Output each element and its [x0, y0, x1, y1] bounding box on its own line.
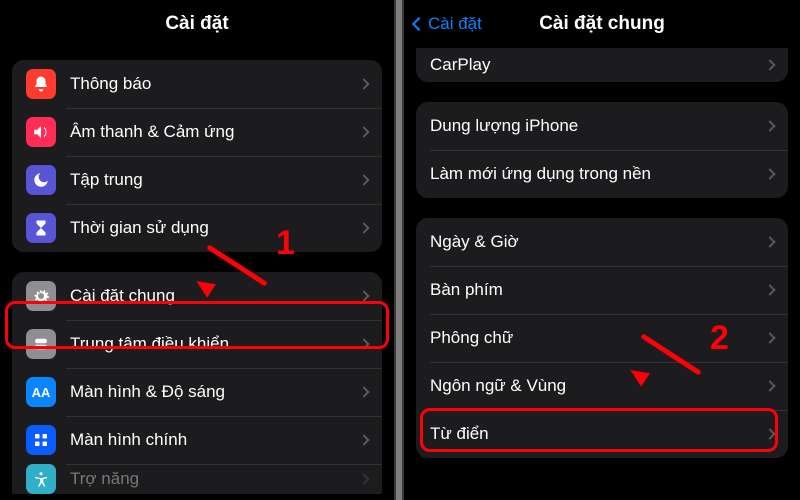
- row-sounds[interactable]: Âm thanh & Cảm ứng: [12, 108, 382, 156]
- settings-group-notifications: Thông báo Âm thanh & Cảm ứng Tập trung T…: [12, 60, 382, 252]
- page-title: Cài đặt: [165, 13, 228, 35]
- chevron-right-icon: [358, 290, 369, 301]
- chevron-right-icon: [764, 168, 775, 179]
- toggles-icon: [26, 329, 56, 359]
- chevron-right-icon: [358, 174, 369, 185]
- chevron-right-icon: [764, 59, 775, 70]
- chevron-right-icon: [764, 428, 775, 439]
- row-carplay[interactable]: CarPlay: [416, 48, 788, 82]
- row-label: Âm thanh & Cảm ứng: [70, 122, 360, 142]
- hourglass-icon: [26, 213, 56, 243]
- screenshot-stage: Cài đặt Thông báo Âm thanh & Cảm ứng Tập…: [0, 0, 800, 500]
- row-bg-refresh[interactable]: Làm mới ứng dụng trong nền: [416, 150, 788, 198]
- row-label: Thời gian sử dụng: [70, 218, 360, 238]
- gear-icon: [26, 281, 56, 311]
- row-label: Màn hình & Độ sáng: [70, 382, 360, 402]
- back-button[interactable]: Cài đặt: [414, 14, 482, 34]
- row-control-center[interactable]: Trung tâm điều khiển: [12, 320, 382, 368]
- row-home[interactable]: Màn hình chính: [12, 416, 382, 464]
- general-group-storage: Dung lượng iPhone Làm mới ứng dụng trong…: [416, 102, 788, 198]
- chevron-right-icon: [358, 126, 369, 137]
- row-fonts[interactable]: Phông chữ: [416, 314, 788, 362]
- speaker-icon: [26, 117, 56, 147]
- row-label: Làm mới ứng dụng trong nền: [430, 164, 766, 184]
- text-size-icon: AA: [26, 377, 56, 407]
- row-language-region[interactable]: Ngôn ngữ & Vùng: [416, 362, 788, 410]
- chevron-right-icon: [764, 120, 775, 131]
- row-display[interactable]: AA Màn hình & Độ sáng: [12, 368, 382, 416]
- row-label: Thông báo: [70, 74, 360, 94]
- chevron-right-icon: [358, 473, 369, 484]
- general-settings-screen: Cài đặt Cài đặt chung CarPlay Dung lượng…: [402, 0, 800, 500]
- row-label: CarPlay: [430, 55, 766, 75]
- row-label: Từ điển: [430, 424, 766, 444]
- back-label: Cài đặt: [428, 14, 482, 34]
- general-group-locale: Ngày & Giờ Bàn phím Phông chữ Ngôn ngữ &…: [416, 218, 788, 458]
- row-label: Bàn phím: [430, 280, 766, 300]
- row-date-time[interactable]: Ngày & Giờ: [416, 218, 788, 266]
- row-storage[interactable]: Dung lượng iPhone: [416, 102, 788, 150]
- chevron-right-icon: [358, 222, 369, 233]
- row-label: Trung tâm điều khiển: [70, 334, 360, 354]
- page-title: Cài đặt chung: [539, 13, 665, 35]
- annotation-number-1: 1: [276, 224, 295, 263]
- accessibility-icon: [26, 464, 56, 494]
- header: Cài đặt Cài đặt chung: [404, 0, 800, 48]
- row-screentime[interactable]: Thời gian sử dụng: [12, 204, 382, 252]
- chevron-right-icon: [358, 78, 369, 89]
- row-label: Cài đặt chung: [70, 286, 360, 306]
- chevron-right-icon: [358, 338, 369, 349]
- row-dictionary[interactable]: Từ điển: [416, 410, 788, 458]
- chevron-right-icon: [358, 386, 369, 397]
- row-label: Tập trung: [70, 170, 360, 190]
- settings-group-general: Cài đặt chung Trung tâm điều khiển AA Mà…: [12, 272, 382, 494]
- chevron-right-icon: [764, 236, 775, 247]
- row-focus[interactable]: Tập trung: [12, 156, 382, 204]
- row-label: Dung lượng iPhone: [430, 116, 766, 136]
- chevron-right-icon: [764, 380, 775, 391]
- grid-icon: [26, 425, 56, 455]
- row-label: Trợ năng: [70, 469, 360, 489]
- row-notifications[interactable]: Thông báo: [12, 60, 382, 108]
- settings-screen: Cài đặt Thông báo Âm thanh & Cảm ứng Tập…: [0, 0, 396, 500]
- row-accessibility[interactable]: Trợ năng: [12, 464, 382, 494]
- chevron-right-icon: [764, 332, 775, 343]
- chevron-right-icon: [358, 434, 369, 445]
- header: Cài đặt: [0, 0, 394, 48]
- annotation-number-2: 2: [710, 319, 729, 358]
- bell-icon: [26, 69, 56, 99]
- general-group-carplay: CarPlay: [416, 48, 788, 82]
- row-label: Màn hình chính: [70, 430, 360, 450]
- chevron-left-icon: [412, 17, 426, 31]
- row-label: Ngôn ngữ & Vùng: [430, 376, 766, 396]
- chevron-right-icon: [764, 284, 775, 295]
- row-label: Ngày & Giờ: [430, 232, 766, 252]
- moon-icon: [26, 165, 56, 195]
- row-keyboard[interactable]: Bàn phím: [416, 266, 788, 314]
